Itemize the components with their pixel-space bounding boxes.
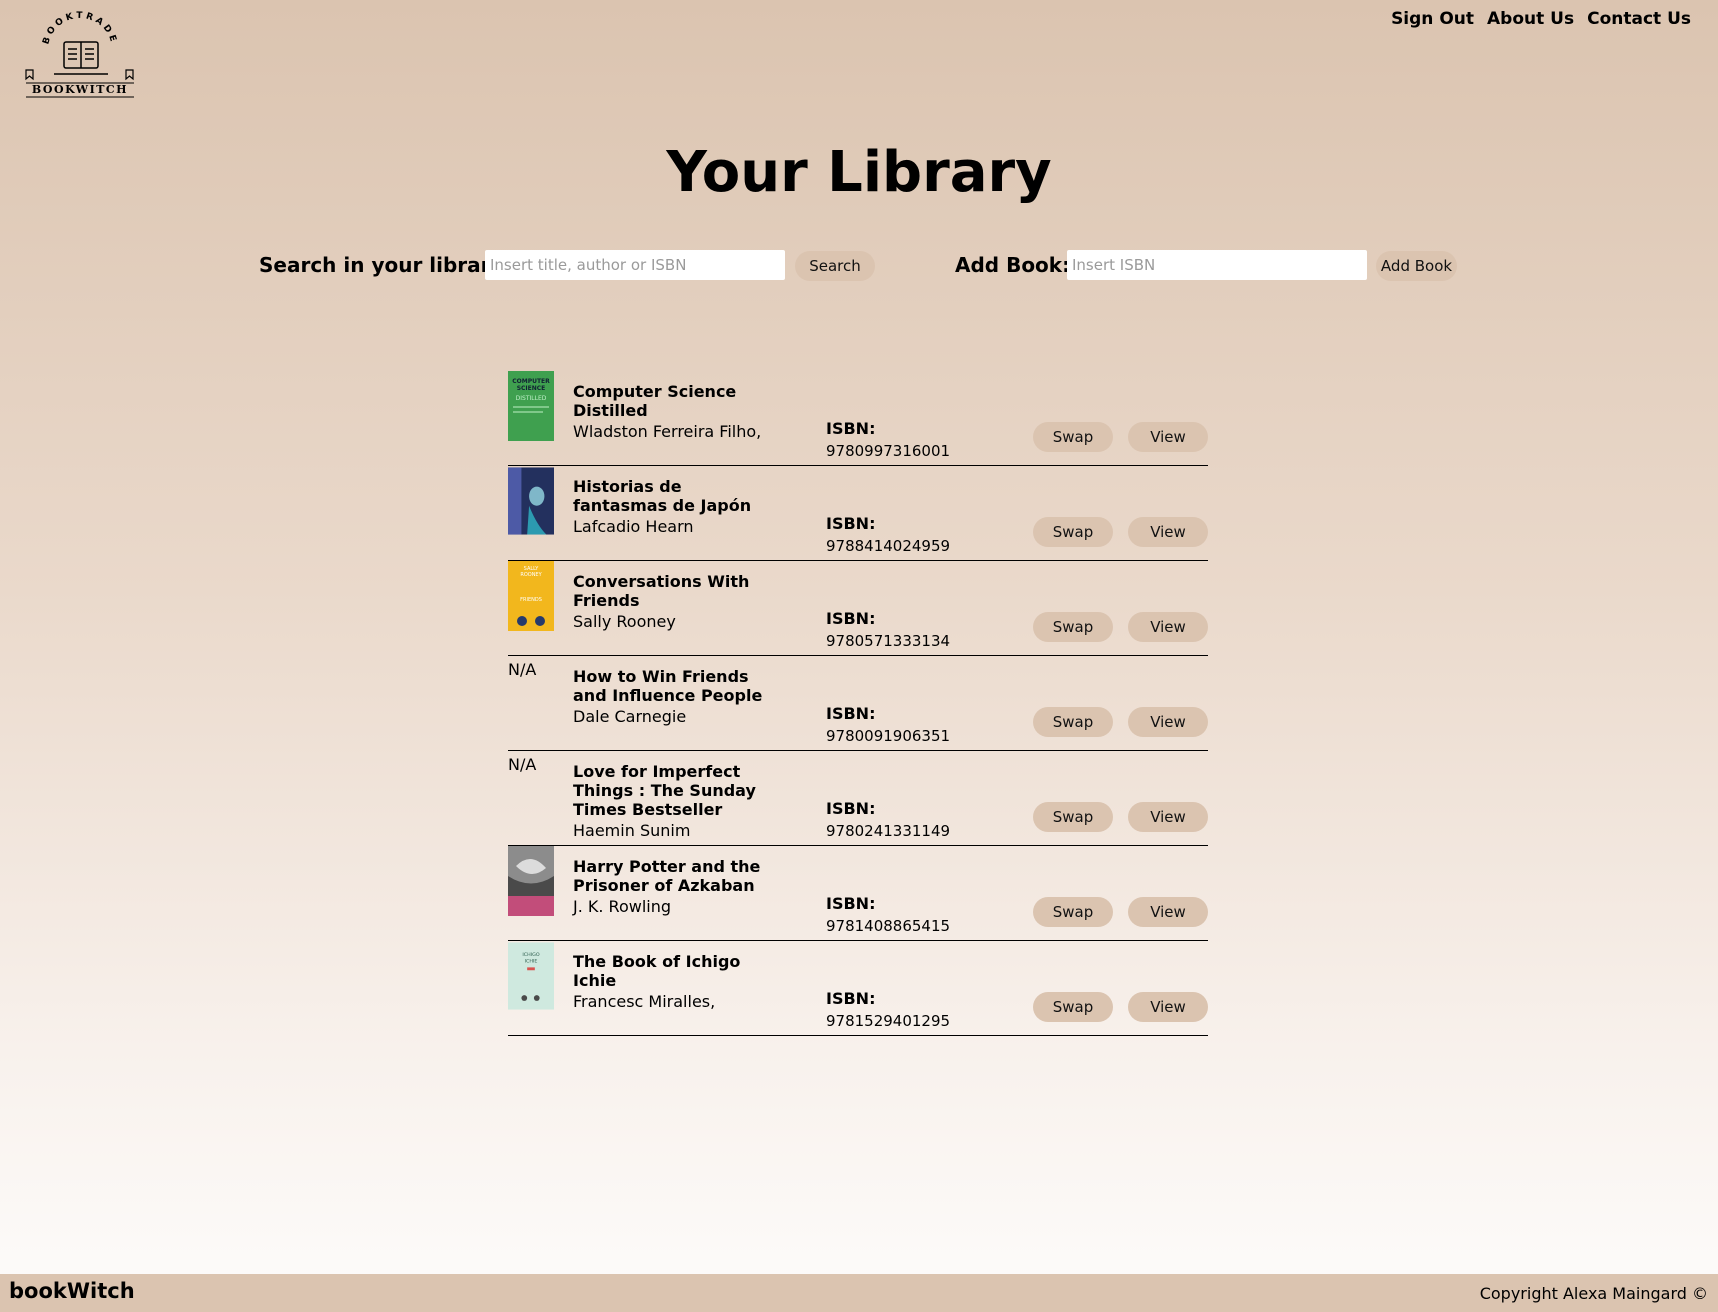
- isbn-value: 9781529401295: [826, 1012, 951, 1030]
- no-cover-text: N/A: [508, 660, 537, 679]
- swap-button[interactable]: Swap: [1033, 517, 1113, 547]
- view-button[interactable]: View: [1128, 897, 1208, 927]
- book-cover-image[interactable]: SALLY ROONEY FRIENDS: [508, 561, 554, 631]
- book-row: SALLY ROONEY FRIENDS Conversations With …: [508, 561, 1208, 656]
- book-title: Historias de fantasmas de Japón: [573, 477, 752, 515]
- footer: bookWitch Copyright Alexa Maingard ©: [0, 1274, 1718, 1312]
- book-info: Historias de fantasmas de Japón Lafcadio…: [573, 477, 763, 536]
- book-title: The Book of Ichigo Ichie: [573, 952, 741, 990]
- book-info: Harry Potter and the Prisoner of Azkaban…: [573, 857, 763, 916]
- view-button[interactable]: View: [1128, 707, 1208, 737]
- book-row: N/A Love for Imperfect Things : The Sund…: [508, 751, 1208, 846]
- book-cover-image[interactable]: COMPUTER SCIENCE DISTILLED: [508, 371, 554, 441]
- isbn-value: 9788414024959: [826, 537, 951, 555]
- book-title: Computer Science Distilled: [573, 382, 737, 420]
- top-nav: Sign Out About Us Contact Us: [1391, 9, 1691, 29]
- bookwitch-logo[interactable]: BOOKTRADE BOOKWITCH: [22, 10, 140, 100]
- swap-button[interactable]: Swap: [1033, 422, 1113, 452]
- book-cover-image[interactable]: ICHIGO ICHIE: [508, 941, 554, 1011]
- svg-text:DISTILLED: DISTILLED: [516, 395, 547, 402]
- swap-button[interactable]: Swap: [1033, 802, 1113, 832]
- isbn-value: 9780091906351: [826, 727, 951, 745]
- isbn-block: ISBN: 9780997316001: [826, 418, 950, 462]
- svg-text:BOOKTRADE: BOOKTRADE: [41, 11, 118, 46]
- svg-text:COMPUTER: COMPUTER: [512, 378, 550, 385]
- swap-button[interactable]: Swap: [1033, 897, 1113, 927]
- isbn-block: ISBN: 9788414024959: [826, 513, 950, 557]
- swap-button[interactable]: Swap: [1033, 707, 1113, 737]
- isbn-label: ISBN:: [826, 799, 876, 818]
- isbn-block: ISBN: 9781408865415: [826, 893, 950, 937]
- svg-text:ICHIE: ICHIE: [525, 959, 538, 965]
- isbn-label: ISBN:: [826, 704, 876, 723]
- book-info: Conversations With Friends Sally Rooney: [573, 572, 763, 631]
- book-author: Francesc Miralles,: [573, 992, 716, 1011]
- isbn-value: 9780571333134: [826, 632, 951, 650]
- book-author: J. K. Rowling: [573, 897, 672, 916]
- add-book-label: Add Book:: [955, 253, 1071, 277]
- search-input[interactable]: [485, 250, 785, 280]
- svg-text:SCIENCE: SCIENCE: [517, 385, 546, 392]
- book-author: Sally Rooney: [573, 612, 676, 631]
- view-button[interactable]: View: [1128, 422, 1208, 452]
- isbn-label: ISBN:: [826, 989, 876, 1008]
- book-info: Computer Science Distilled Wladston Ferr…: [573, 382, 763, 441]
- book-info: Love for Imperfect Things : The Sunday T…: [573, 762, 763, 840]
- isbn-input[interactable]: [1067, 250, 1367, 280]
- book-author: Lafcadio Hearn: [573, 517, 694, 536]
- isbn-value: 9781408865415: [826, 917, 951, 935]
- isbn-value: 9780241331149: [826, 822, 951, 840]
- book-cover-image[interactable]: [508, 846, 554, 916]
- svg-text:ROONEY: ROONEY: [520, 572, 542, 578]
- book-row: Historias de fantasmas de Japón Lafcadio…: [508, 466, 1208, 561]
- isbn-label: ISBN:: [826, 419, 876, 438]
- book-row: ICHIGO ICHIE The Book of Ichigo Ichie Fr…: [508, 941, 1208, 1036]
- book-row: N/A How to Win Friends and Influence Peo…: [508, 656, 1208, 751]
- isbn-block: ISBN: 9780571333134: [826, 608, 950, 652]
- swap-button[interactable]: Swap: [1033, 992, 1113, 1022]
- book-title: Conversations With Friends: [573, 572, 750, 610]
- book-title: Harry Potter and the Prisoner of Azkaban: [573, 857, 761, 895]
- view-button[interactable]: View: [1128, 992, 1208, 1022]
- search-button[interactable]: Search: [795, 251, 875, 281]
- swap-button[interactable]: Swap: [1033, 612, 1113, 642]
- isbn-block: ISBN: 9780241331149: [826, 798, 950, 842]
- contact-us-link[interactable]: Contact Us: [1587, 9, 1691, 29]
- no-cover-text: N/A: [508, 755, 537, 774]
- about-us-link[interactable]: About Us: [1487, 9, 1574, 29]
- book-info: How to Win Friends and Influence People …: [573, 667, 763, 726]
- book-cover-image[interactable]: [508, 466, 554, 536]
- book-author: Dale Carnegie: [573, 707, 687, 726]
- isbn-block: ISBN: 9781529401295: [826, 988, 950, 1032]
- book-author: Haemin Sunim: [573, 821, 691, 840]
- copyright-text: Copyright Alexa Maingard ©: [1479, 1284, 1708, 1303]
- isbn-label: ISBN:: [826, 609, 876, 628]
- search-add-bar: Search in your library: Search Add Book:…: [0, 250, 1718, 282]
- svg-text:BOOKWITCH: BOOKWITCH: [32, 83, 128, 96]
- search-label: Search in your library:: [259, 253, 512, 277]
- book-title: Love for Imperfect Things : The Sunday T…: [573, 762, 756, 819]
- book-title: How to Win Friends and Influence People: [573, 667, 763, 705]
- svg-text:FRIENDS: FRIENDS: [520, 597, 542, 603]
- isbn-label: ISBN:: [826, 514, 876, 533]
- book-row: COMPUTER SCIENCE DISTILLED Computer Scie…: [508, 371, 1208, 466]
- isbn-label: ISBN:: [826, 894, 876, 913]
- view-button[interactable]: View: [1128, 612, 1208, 642]
- add-book-button[interactable]: Add Book: [1376, 251, 1457, 281]
- view-button[interactable]: View: [1128, 517, 1208, 547]
- book-author: Wladston Ferreira Filho,: [573, 422, 762, 441]
- view-button[interactable]: View: [1128, 802, 1208, 832]
- book-info: The Book of Ichigo Ichie Francesc Mirall…: [573, 952, 763, 1011]
- isbn-value: 9780997316001: [826, 442, 951, 460]
- book-row: Harry Potter and the Prisoner of Azkaban…: [508, 846, 1208, 941]
- page-title: Your Library: [666, 140, 1052, 205]
- sign-out-link[interactable]: Sign Out: [1391, 9, 1474, 29]
- isbn-block: ISBN: 9780091906351: [826, 703, 950, 747]
- book-list: COMPUTER SCIENCE DISTILLED Computer Scie…: [508, 371, 1208, 1036]
- footer-brand: bookWitch: [9, 1279, 135, 1303]
- svg-text:ICHIGO: ICHIGO: [522, 952, 539, 958]
